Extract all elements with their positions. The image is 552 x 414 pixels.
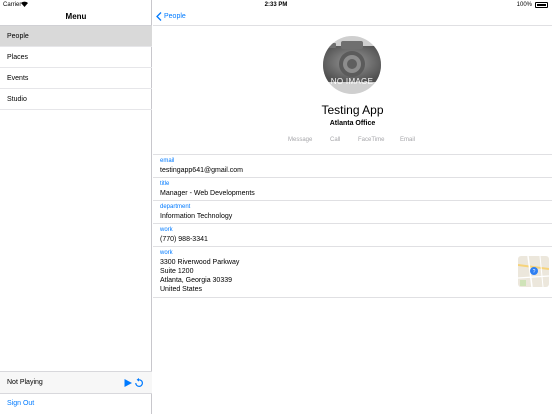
field-value[interactable]: testingapp641@gmail.com xyxy=(160,166,243,175)
menu-item-events[interactable]: Events xyxy=(0,68,152,89)
contact-detail: People NO IMAGE Testing App Atlanta Offi… xyxy=(153,0,552,414)
contact-name: Testing App xyxy=(321,103,384,117)
field-value: Information Technology xyxy=(160,213,233,220)
no-image-label: NO IMAGE xyxy=(330,77,374,86)
field-label: work xyxy=(160,250,173,256)
field-label: email xyxy=(160,158,175,164)
field-value[interactable]: (770) 988-3341 xyxy=(160,235,208,244)
field-department[interactable]: department Information Technology xyxy=(153,201,552,224)
address-line: United States xyxy=(160,286,203,293)
sign-out-link[interactable]: Sign Out xyxy=(7,400,34,407)
field-label: title xyxy=(160,181,170,187)
audio-player: Not Playing xyxy=(0,371,152,394)
menu-item-label: People xyxy=(7,32,29,40)
message-button[interactable]: Message xyxy=(288,137,312,143)
back-button[interactable]: People xyxy=(156,12,186,21)
map-thumbnail[interactable]: ? xyxy=(518,256,549,287)
sidebar: Menu People Places Events Studio Not Pla… xyxy=(0,0,152,414)
replay-icon[interactable] xyxy=(134,378,144,388)
svg-text:?: ? xyxy=(533,269,536,275)
call-button[interactable]: Call xyxy=(330,137,340,143)
field-work-address[interactable]: work 3300 Riverwood Parkway Suite 1200 A… xyxy=(153,247,552,298)
chevron-left-icon xyxy=(156,12,162,21)
menu-item-label: Events xyxy=(7,74,29,82)
contact-company: Atlanta Office xyxy=(329,120,376,127)
address-line: Atlanta, Georgia 30339 xyxy=(160,277,232,284)
menu-item-people[interactable]: People xyxy=(0,26,152,47)
field-work-phone[interactable]: work (770) 988-3341 xyxy=(153,224,552,247)
menu-item-label: Studio xyxy=(7,95,27,103)
field-email[interactable]: email testingapp641@gmail.com xyxy=(153,155,552,178)
field-label: department xyxy=(160,204,191,210)
facetime-button[interactable]: FaceTime xyxy=(358,137,384,143)
player-status: Not Playing xyxy=(7,379,43,386)
back-label: People xyxy=(164,13,186,20)
address-value[interactable]: 3300 Riverwood Parkway Suite 1200 Atlant… xyxy=(160,258,239,294)
field-value: Manager - Web Developments xyxy=(160,190,255,197)
menu-item-places[interactable]: Places xyxy=(0,47,152,68)
navigation-bar: People xyxy=(153,10,552,26)
menu-list: People Places Events Studio xyxy=(0,26,152,110)
menu-item-studio[interactable]: Studio xyxy=(0,89,152,110)
sidebar-title: Menu xyxy=(65,12,87,21)
email-button[interactable]: Email xyxy=(400,137,415,143)
play-icon[interactable] xyxy=(123,378,133,388)
menu-item-label: Places xyxy=(7,53,29,61)
address-line: Suite 1200 xyxy=(160,268,194,275)
field-label: work xyxy=(160,227,173,233)
field-title[interactable]: title Manager - Web Developments xyxy=(153,178,552,201)
screen: Menu People Places Events Studio Not Pla… xyxy=(0,0,552,414)
address-line: 3300 Riverwood Parkway xyxy=(160,259,240,266)
